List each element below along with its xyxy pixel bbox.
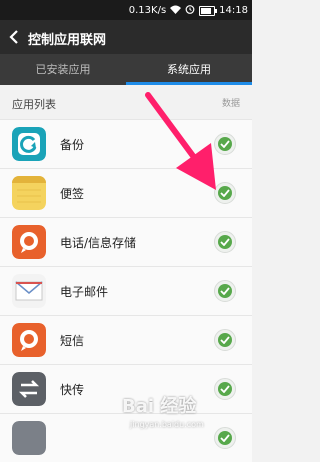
data-column-label: 数据	[221, 99, 240, 109]
alarm-icon	[185, 4, 195, 17]
title-bar: 控制应用联网	[0, 20, 252, 54]
app-name: 便签	[60, 187, 85, 201]
backup-icon	[12, 127, 46, 161]
clock: 14:18	[219, 5, 248, 16]
section-title: 应用列表	[12, 98, 56, 111]
app-name: 电话/信息存储	[60, 236, 137, 250]
back-arrow-icon[interactable]	[8, 29, 20, 45]
quick-transfer-icon	[12, 372, 46, 406]
section-header: 应用列表 数据	[0, 85, 252, 119]
list-item[interactable]: 便签	[0, 168, 252, 217]
status-bar: 0.13K/s 14:18	[0, 0, 252, 20]
data-toggle[interactable]	[214, 182, 236, 204]
watermark: Bai 经验 jingyan.baidu.com	[120, 392, 248, 440]
notes-icon	[12, 176, 46, 210]
battery-icon	[199, 5, 218, 16]
app-name: 电子邮件	[60, 285, 109, 299]
watermark-url: jingyan.baidu.com	[130, 420, 204, 429]
data-toggle[interactable]	[214, 133, 236, 155]
list-item[interactable]: 电话/信息存储	[0, 217, 252, 266]
data-toggle[interactable]	[214, 329, 236, 351]
list-item[interactable]: 备份	[0, 119, 252, 168]
data-toggle[interactable]	[214, 280, 236, 302]
email-icon	[12, 274, 46, 308]
data-toggle[interactable]	[214, 231, 236, 253]
wifi-icon	[170, 5, 182, 17]
watermark-logo: Bai 经验	[122, 396, 197, 417]
tab-installed-apps[interactable]: 已安装应用	[0, 54, 126, 85]
page-title: 控制应用联网	[28, 33, 107, 48]
list-item[interactable]: 电子邮件	[0, 266, 252, 315]
network-speed: 0.13K/s	[128, 5, 167, 16]
sms-icon	[12, 323, 46, 357]
phone-storage-icon	[12, 225, 46, 259]
app-name: 短信	[60, 334, 85, 348]
list-item[interactable]: 短信	[0, 315, 252, 364]
app-name: 备份	[60, 138, 85, 152]
status-bar-right: 0.13K/s 14:18	[129, 4, 248, 17]
tab-system-apps[interactable]: 系统应用	[126, 54, 252, 85]
app-name: 快传	[60, 383, 85, 397]
tab-bar: 已安装应用 系统应用	[0, 54, 252, 85]
